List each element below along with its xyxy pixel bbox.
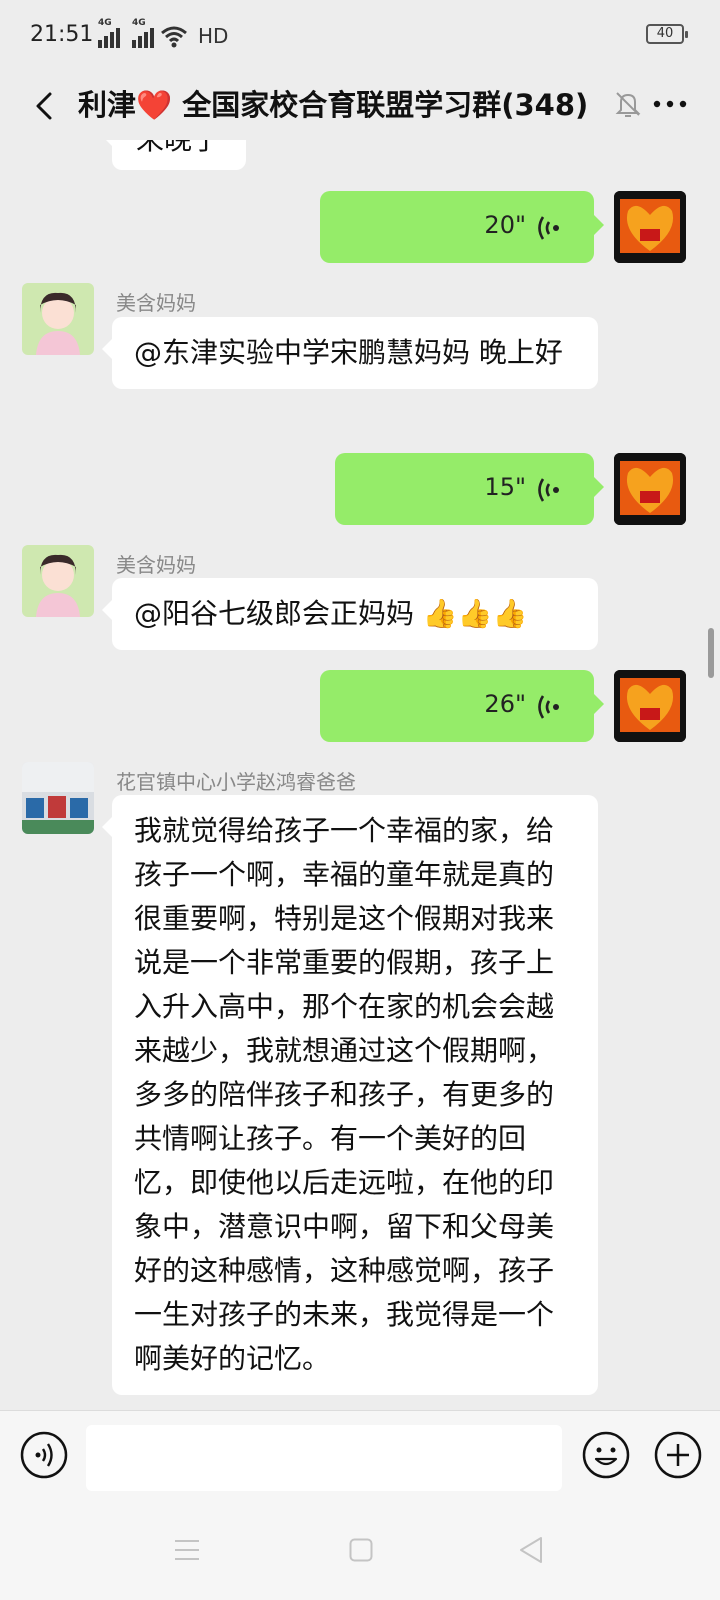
- voice-wave-icon: [538, 478, 559, 502]
- bell-off-icon: [615, 92, 641, 117]
- network-type-label: 4G: [98, 18, 112, 28]
- message-text: 我就觉得给孩子一个幸福的家，给孩子一个啊，幸福的童年就是真的很重要啊，特别是这个…: [134, 814, 555, 1375]
- voice-duration: 15": [484, 473, 526, 501]
- menu-icon[interactable]: [174, 1538, 200, 1562]
- avatar-image: [614, 191, 686, 263]
- message-text: 来晚了: [136, 140, 220, 156]
- home-icon[interactable]: [349, 1538, 373, 1562]
- avatar-image: [22, 545, 94, 617]
- sender-avatar[interactable]: [22, 762, 94, 834]
- avatar-image: [22, 283, 94, 355]
- self-avatar[interactable]: [614, 453, 686, 525]
- message-text: @东津实验中学宋鹏慧妈妈 晚上好: [134, 336, 563, 369]
- voice-message-bubble[interactable]: 15": [335, 453, 604, 525]
- scrollbar[interactable]: [708, 628, 714, 678]
- sender-avatar[interactable]: [22, 545, 94, 617]
- battery-indicator: 40: [646, 24, 688, 44]
- voice-input-icon[interactable]: [20, 1431, 68, 1479]
- system-nav-bar: [0, 1502, 720, 1600]
- avatar-image: [614, 670, 686, 742]
- avatar-image: [22, 762, 94, 834]
- text-message-bubble[interactable]: @阳谷七级郎会正妈妈 👍👍👍: [102, 578, 598, 650]
- avatar-image: [614, 453, 686, 525]
- message-bubble-partial[interactable]: 来晚了: [102, 140, 246, 170]
- input-bar: [0, 1410, 720, 1502]
- chat-title: 利津❤️ 全国家校合育联盟学习群(348): [78, 88, 589, 122]
- voice-wave-icon: [538, 216, 559, 240]
- status-bar: 21:51 4G 4G HD 40: [0, 0, 720, 72]
- more-dots-icon[interactable]: [650, 88, 690, 120]
- self-avatar[interactable]: [614, 191, 686, 263]
- text-message-bubble[interactable]: @东津实验中学宋鹏慧妈妈 晚上好: [102, 317, 598, 389]
- voice-message-bubble[interactable]: 20": [320, 191, 604, 263]
- voice-duration: 20": [484, 211, 526, 239]
- status-icons: 4G 4G HD: [98, 18, 229, 48]
- sender-avatar[interactable]: [22, 283, 94, 355]
- plus-circle-icon[interactable]: [654, 1431, 702, 1479]
- self-avatar[interactable]: [614, 670, 686, 742]
- hd-voice-label: HD: [198, 24, 229, 48]
- text-message-bubble[interactable]: 我就觉得给孩子一个幸福的家，给孩子一个啊，幸福的童年就是真的很重要啊，特别是这个…: [102, 795, 598, 1395]
- sender-name: 美含妈妈: [116, 553, 196, 577]
- sender-name: 花官镇中心小学赵鸿睿爸爸: [116, 770, 356, 794]
- chat-header: 利津❤️ 全国家校合育联盟学习群(348): [0, 72, 720, 140]
- cellular-signal-2-icon: 4G: [132, 18, 154, 48]
- message-text: @阳谷七级郎会正妈妈 👍👍👍: [134, 597, 528, 630]
- voice-duration: 26": [484, 690, 526, 718]
- status-time: 21:51: [30, 22, 94, 47]
- chat-messages[interactable]: 来晚了 20" 美含妈妈 @东津实验中学宋鹏慧妈妈 晚上好 15": [0, 140, 720, 1410]
- voice-message-bubble[interactable]: 26": [320, 670, 604, 742]
- back-chevron-icon[interactable]: [26, 84, 66, 128]
- sender-name: 美含妈妈: [116, 291, 196, 315]
- nav-back-icon[interactable]: [518, 1536, 544, 1564]
- wifi-icon: [161, 26, 187, 48]
- smiley-icon[interactable]: [582, 1431, 630, 1479]
- message-input[interactable]: [86, 1425, 562, 1491]
- network-type-2-label: 4G: [132, 18, 146, 28]
- voice-wave-icon: [538, 695, 559, 719]
- cellular-signal-icon: 4G: [98, 18, 120, 48]
